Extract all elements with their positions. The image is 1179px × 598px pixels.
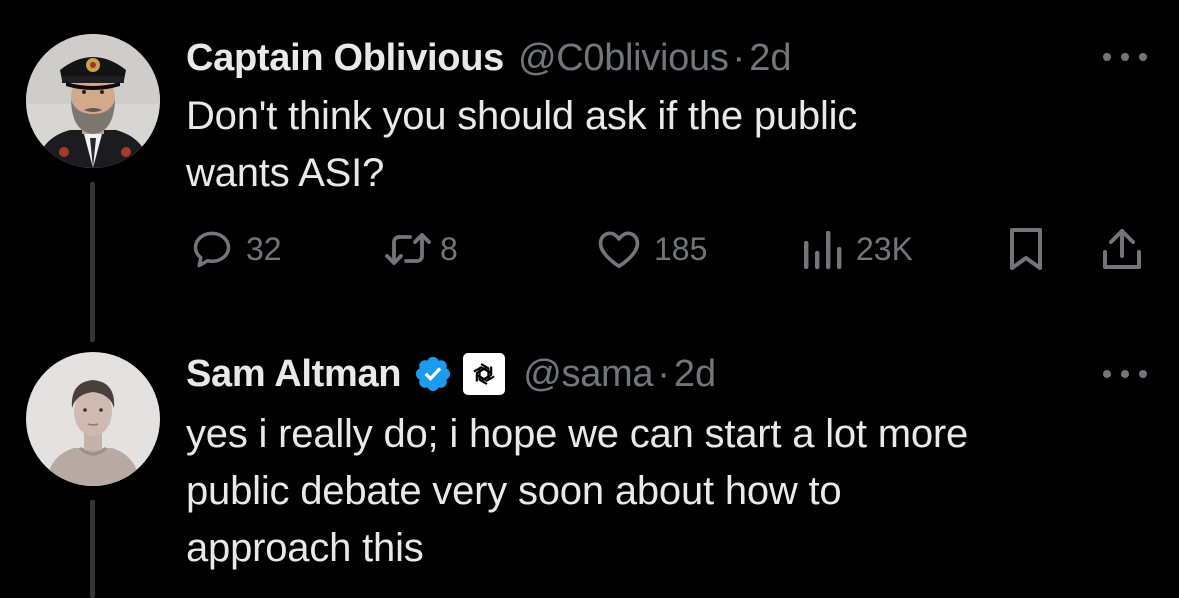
tweet-text-line: Don't think you should ask if the public xyxy=(186,94,858,138)
more-dot xyxy=(1103,370,1111,378)
retweet-button[interactable]: 8 xyxy=(382,224,458,274)
avatar-sam-altman[interactable] xyxy=(26,352,160,486)
bookmark-button[interactable] xyxy=(1006,224,1046,274)
verified-badge-icon[interactable] xyxy=(413,354,453,394)
tweet-header: Sam Altman @sama · 2d xyxy=(186,352,716,396)
display-name[interactable]: Sam Altman xyxy=(186,352,402,396)
tweet-text: yes i really do; i hope we can start a l… xyxy=(186,406,968,577)
more-dot xyxy=(1121,370,1129,378)
thread-line-top xyxy=(90,182,95,342)
views-button[interactable]: 23K xyxy=(800,224,913,274)
separator-dot: · xyxy=(657,353,670,395)
tweet-text: Don't think you should ask if the public… xyxy=(186,88,857,202)
heart-icon xyxy=(596,227,642,271)
share-button[interactable] xyxy=(1100,224,1144,274)
tweet-text-line: wants ASI? xyxy=(186,151,385,195)
sam-avatar xyxy=(26,352,160,486)
separator-dot: · xyxy=(732,37,746,79)
tweet-text-line: approach this xyxy=(186,526,424,570)
views-icon xyxy=(800,227,844,271)
handle[interactable]: @sama xyxy=(523,352,653,396)
more-dot xyxy=(1139,53,1147,61)
bookmark-icon xyxy=(1006,226,1046,272)
tweet-text-line: public debate very soon about how to xyxy=(186,469,842,513)
display-name[interactable]: Captain Oblivious xyxy=(186,36,504,80)
reply-icon xyxy=(190,227,234,271)
more-options-button[interactable] xyxy=(1103,47,1147,67)
more-dot xyxy=(1121,53,1129,61)
more-options-button[interactable] xyxy=(1103,364,1147,384)
timestamp[interactable]: 2d xyxy=(749,36,791,80)
captain-avatar xyxy=(26,34,160,168)
more-dot xyxy=(1139,370,1147,378)
thread-line-bottom xyxy=(90,500,95,598)
more-dot xyxy=(1103,53,1111,61)
reply-button[interactable]: 32 xyxy=(190,224,282,274)
tweet-text-line: yes i really do; i hope we can start a l… xyxy=(186,412,969,456)
timestamp[interactable]: 2d xyxy=(674,352,716,396)
avatar-captain-oblivious[interactable] xyxy=(26,34,160,168)
handle[interactable]: @C0blivious xyxy=(518,36,729,80)
tweet-header: Captain Oblivious @C0blivious · 2d xyxy=(186,36,791,80)
views-count: 23K xyxy=(856,230,913,267)
openai-logo-icon[interactable] xyxy=(463,353,506,395)
reply-count: 32 xyxy=(246,230,282,267)
retweet-icon xyxy=(382,227,434,271)
like-button[interactable]: 185 xyxy=(596,224,707,274)
retweet-count: 8 xyxy=(440,230,458,267)
like-count: 185 xyxy=(654,230,708,267)
tweet-actions: 32 8 185 23K xyxy=(186,224,1146,274)
share-icon xyxy=(1100,226,1144,272)
